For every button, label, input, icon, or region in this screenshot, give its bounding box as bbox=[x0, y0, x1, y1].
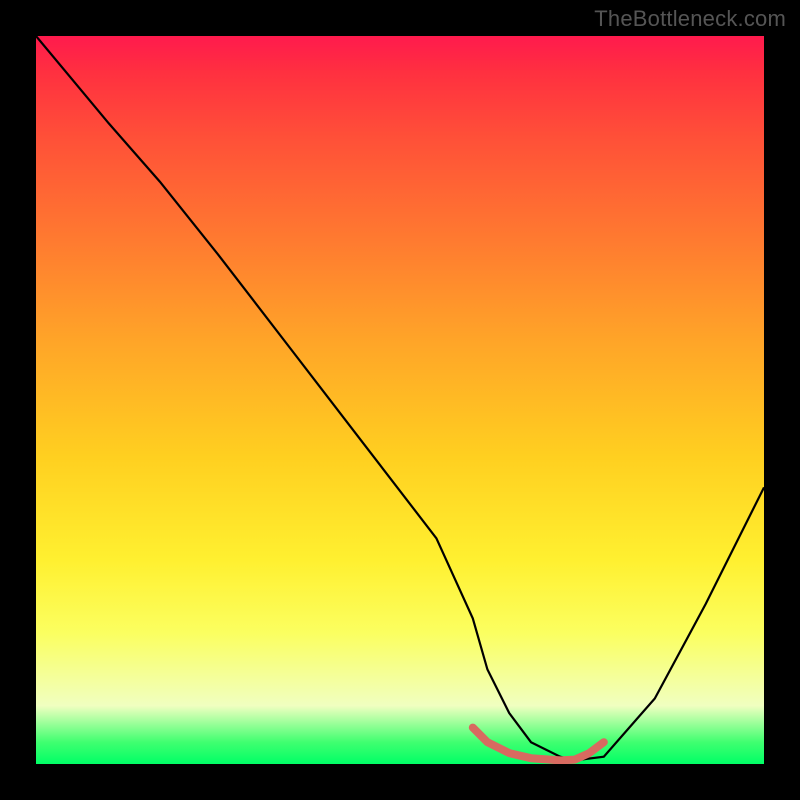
highlight-segment bbox=[473, 728, 604, 761]
chart-svg bbox=[36, 36, 764, 764]
plot-area bbox=[36, 36, 764, 764]
main-curve bbox=[36, 36, 764, 760]
watermark-text: TheBottleneck.com bbox=[594, 6, 786, 32]
